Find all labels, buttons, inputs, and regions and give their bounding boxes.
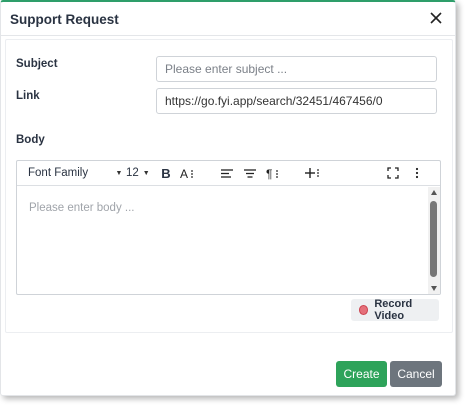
font-size-label: 12	[126, 167, 139, 179]
align-left-icon	[221, 169, 233, 178]
font-family-dropdown[interactable]: Font Family	[28, 161, 88, 185]
more-options-button[interactable]	[413, 161, 421, 185]
support-request-dialog: Support Request Subject Link Body Font F…	[0, 0, 456, 396]
subject-input[interactable]	[156, 56, 437, 82]
editor-content[interactable]: Please enter body ...	[17, 187, 429, 294]
close-button[interactable]	[427, 9, 445, 27]
text-style-icon: A	[180, 167, 193, 180]
align-center-icon	[244, 169, 256, 178]
record-video-button[interactable]: Record Video	[351, 298, 439, 322]
body-editor: Font Family ▼ 12 ▼ B A ¶ Please enter bo…	[16, 160, 441, 295]
close-icon	[430, 12, 442, 24]
chevron-down-icon: ▼	[142, 169, 150, 177]
create-label: Create	[343, 367, 380, 381]
font-style-button[interactable]: A	[180, 161, 196, 185]
editor-toolbar: Font Family ▼ 12 ▼ B A ¶	[17, 161, 440, 186]
body-label: Body	[16, 134, 45, 146]
fullscreen-button[interactable]	[387, 161, 399, 185]
align-left-button[interactable]	[220, 161, 234, 185]
editor-placeholder: Please enter body ...	[29, 202, 135, 214]
scroll-down-icon[interactable]	[431, 286, 437, 291]
bold-button[interactable]: B	[159, 161, 173, 185]
more-vertical-icon	[415, 167, 419, 179]
link-label: Link	[16, 90, 40, 102]
dialog-title: Support Request	[10, 12, 119, 27]
paragraph-icon: ¶	[266, 167, 278, 180]
font-family-caret[interactable]: ▼	[113, 161, 123, 185]
create-button[interactable]: Create	[336, 361, 387, 387]
svg-text:A: A	[180, 167, 188, 180]
editor-scrollbar[interactable]	[428, 187, 440, 294]
record-dot-icon	[359, 305, 369, 315]
font-size-dropdown[interactable]: 12 ▼	[126, 161, 150, 185]
svg-text:¶: ¶	[266, 167, 272, 180]
subject-label: Subject	[16, 58, 58, 70]
fullscreen-icon	[387, 167, 399, 179]
scroll-thumb[interactable]	[430, 201, 437, 277]
cancel-label: Cancel	[397, 367, 435, 381]
insert-plus-icon	[305, 168, 319, 178]
font-family-label: Font Family	[28, 167, 89, 179]
paragraph-button[interactable]: ¶	[266, 161, 282, 185]
cancel-button[interactable]: Cancel	[390, 361, 442, 387]
dialog-body: Subject Link Body Font Family ▼ 12 ▼	[5, 39, 453, 333]
scroll-up-icon[interactable]	[431, 190, 437, 195]
dialog-header: Support Request	[1, 2, 455, 36]
align-center-button[interactable]	[243, 161, 257, 185]
bold-label: B	[161, 165, 171, 181]
record-video-label: Record Video	[374, 298, 413, 322]
page: Support Request Subject Link Body Font F…	[0, 0, 466, 406]
insert-button[interactable]	[305, 161, 321, 185]
chevron-down-icon: ▼	[115, 169, 123, 177]
link-input[interactable]	[156, 88, 437, 114]
